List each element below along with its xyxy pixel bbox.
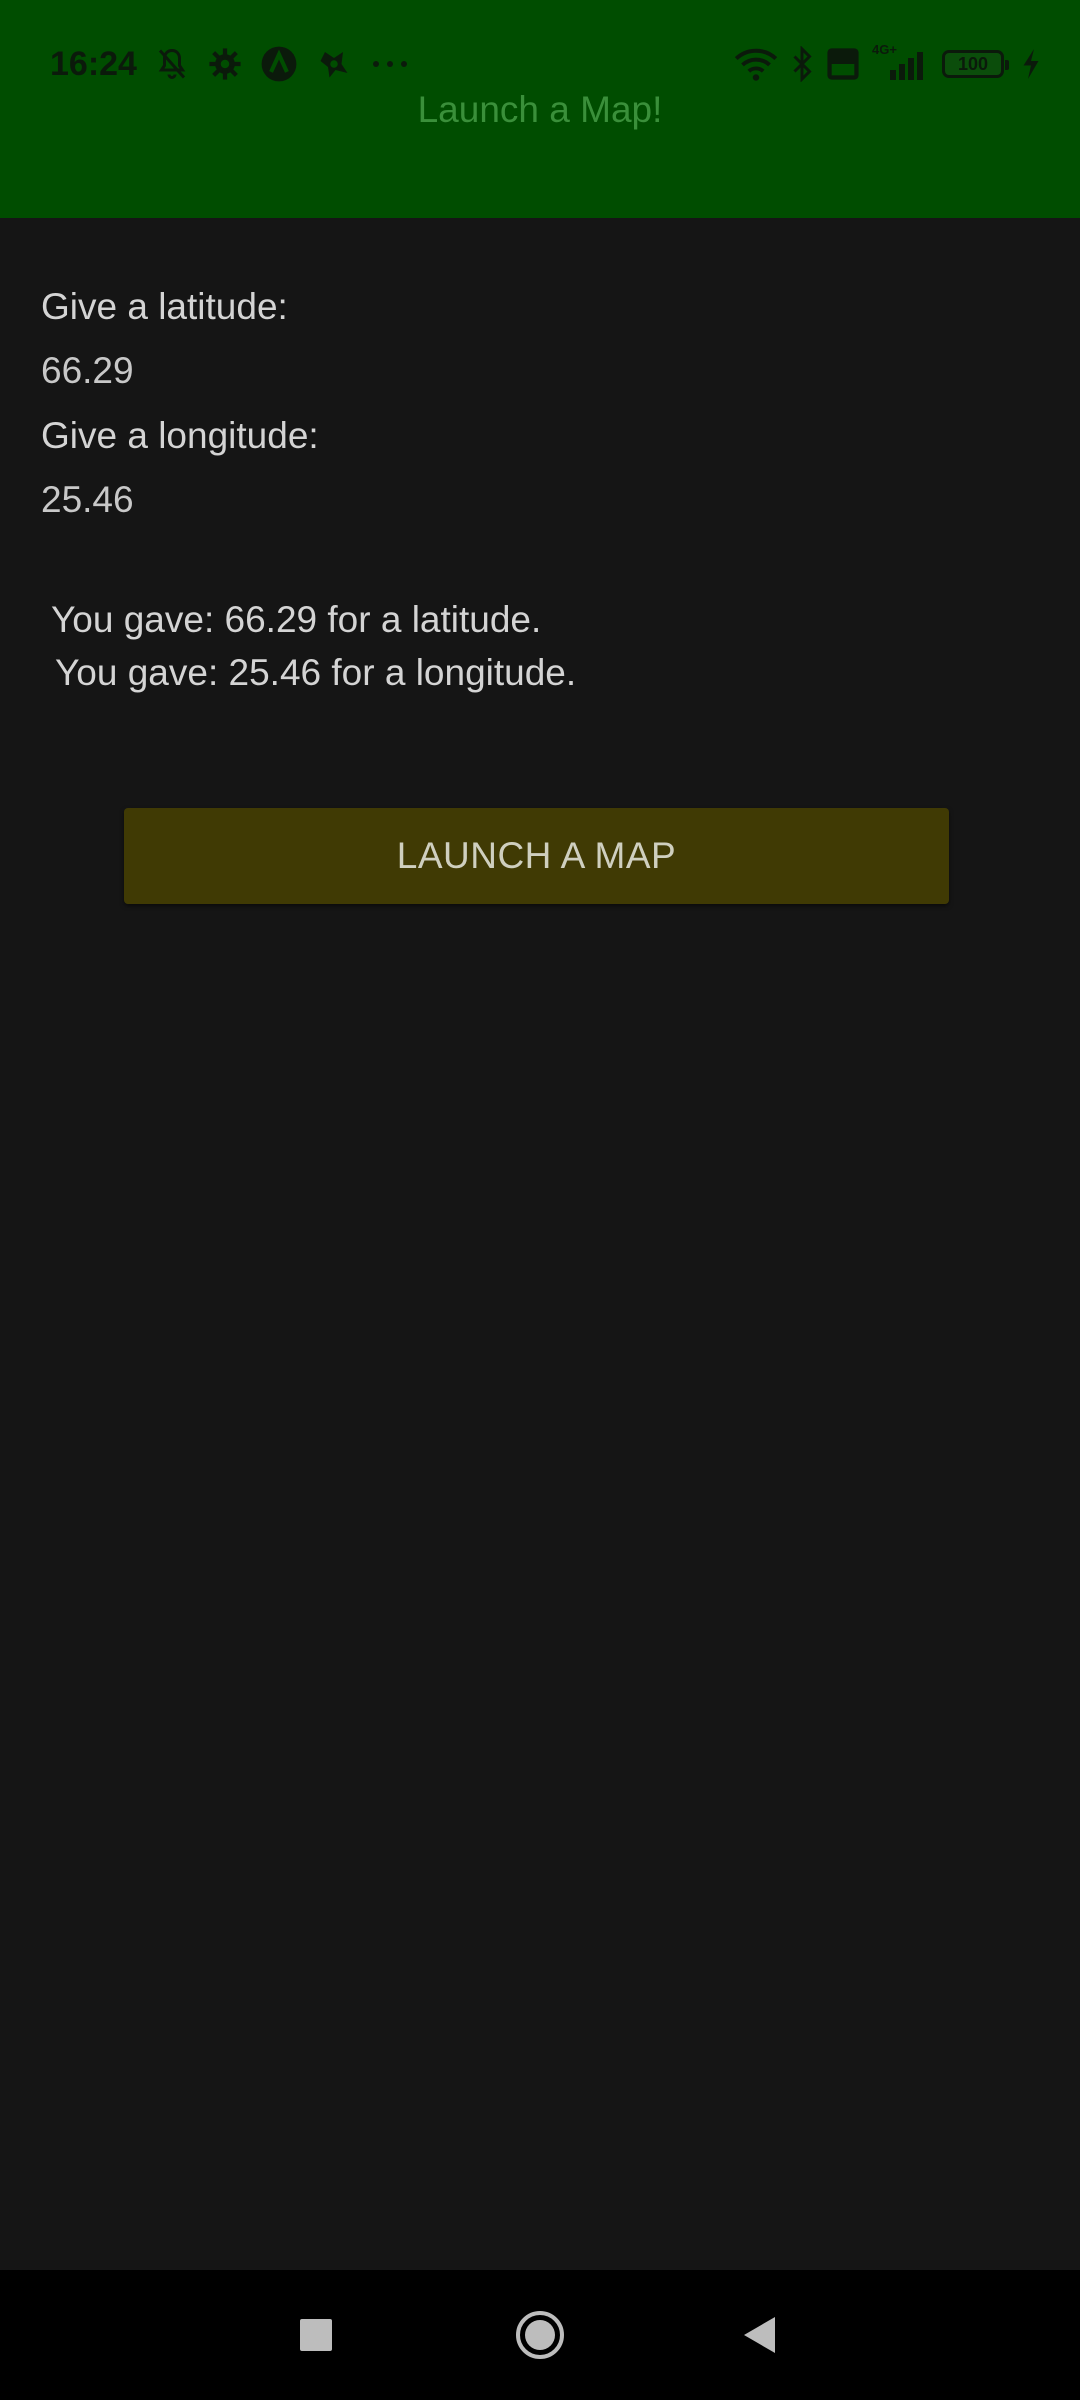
back-triangle-icon[interactable]	[741, 2315, 779, 2355]
latitude-input[interactable]: 66.29	[41, 347, 134, 395]
app-a-icon	[261, 46, 297, 82]
charging-icon	[1023, 49, 1039, 79]
recents-square-icon[interactable]	[298, 2317, 334, 2353]
more-dots-icon	[373, 61, 407, 67]
launch-map-button[interactable]: LAUNCH A MAP	[124, 808, 949, 904]
app-badge-icon	[320, 52, 348, 78]
result-longitude-text: You gave: 25.46 for a longitude.	[55, 652, 577, 693]
latitude-label: Give a latitude:	[41, 286, 288, 327]
longitude-input[interactable]: 25.46	[41, 476, 134, 524]
battery-icon: 100	[942, 50, 1009, 78]
system-navigation-bar	[0, 2270, 1080, 2400]
app-screen: 16:24 4G+ 100 Launch a Map! Give a latit…	[0, 0, 1080, 2400]
result-latitude-text: You gave: 66.29 for a latitude.	[51, 599, 542, 640]
status-left-icons	[154, 44, 410, 84]
status-right-icons: 4G+ 100	[734, 42, 1040, 84]
longitude-label: Give a longitude:	[41, 415, 319, 456]
app-title: Launch a Map!	[417, 89, 663, 130]
mute-bell-icon	[158, 48, 186, 79]
gear-icon	[209, 48, 241, 80]
volte-icon	[827, 48, 859, 80]
home-circle-icon[interactable]	[514, 2309, 566, 2361]
wifi-icon	[734, 48, 778, 81]
signal-4g-icon: 4G+	[872, 42, 930, 82]
status-time: 16:24	[50, 45, 137, 83]
bluetooth-icon	[793, 46, 812, 82]
app-header: 16:24 4G+ 100 Launch a Map!	[0, 0, 1080, 218]
battery-level: 100	[957, 53, 989, 74]
